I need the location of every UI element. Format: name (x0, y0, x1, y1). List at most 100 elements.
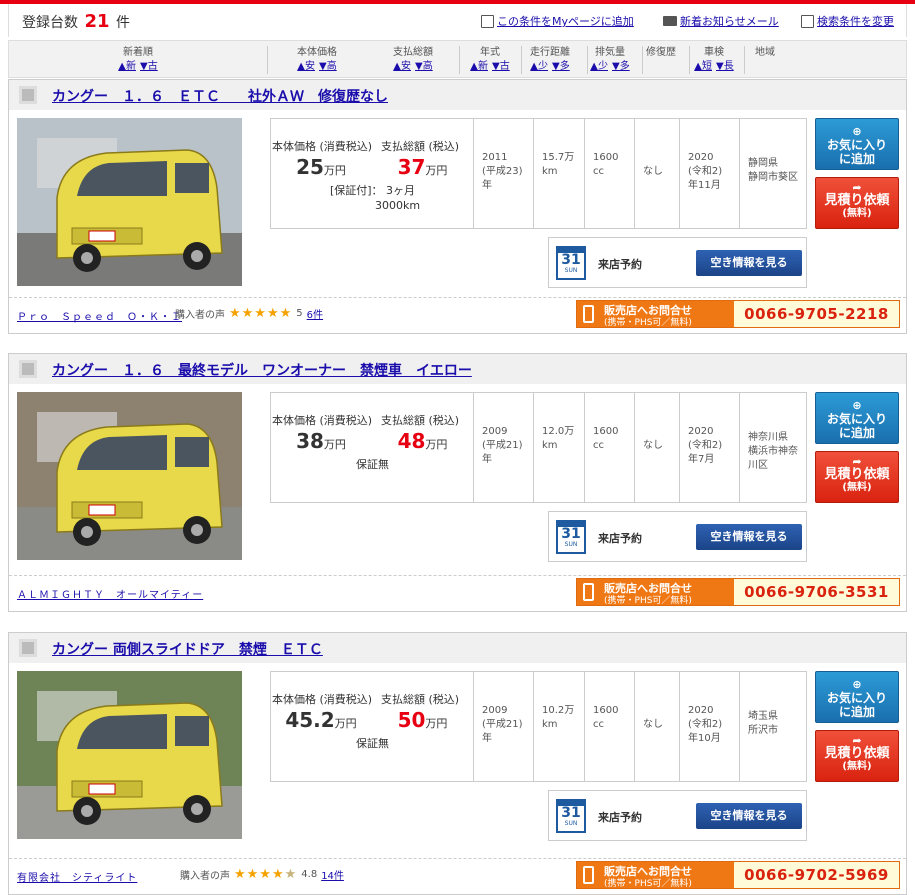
dealer-contact[interactable]: 販売店へお問合せ (携帯・PHS可／無料) 0066-9705-2218 (576, 300, 900, 328)
sort-column-label: 本体価格 (297, 47, 337, 58)
add-favorite-button[interactable]: ⊕ お気に入り に追加 (815, 392, 899, 444)
add-favorite-label-2: に追加 (838, 705, 875, 719)
price-unit: 万円 (323, 438, 346, 451)
total-price-value: 37 (397, 155, 426, 179)
warranty-line: [保証付]： 3ヶ月 (329, 184, 416, 197)
sort-desc-link[interactable]: ▼古 (492, 61, 510, 72)
inspection-japanese: (令和2) (688, 719, 723, 730)
sort-divider (642, 46, 643, 74)
sort-desc-link[interactable]: ▼多 (612, 61, 630, 72)
mileage-cell: 15.7万 km (534, 119, 585, 228)
request-estimate-button[interactable]: ➦ 見積り依頼 (無料) (815, 451, 899, 503)
sort-asc-link[interactable]: ▲安 (297, 61, 315, 72)
arrow-icon: ➦ (852, 734, 862, 747)
region-prefecture: 神奈川県 (748, 432, 788, 443)
sort-desc-link[interactable]: ▼高 (319, 61, 337, 72)
change-search-link[interactable]: 検索条件を変更 (801, 13, 894, 29)
sort-asc-link[interactable]: ▲少 (530, 61, 548, 72)
sort-asc-link[interactable]: ▲短 (694, 61, 712, 72)
sort-options: ▲少 ▼多 (526, 60, 574, 74)
dealer-contact[interactable]: 販売店へお問合せ (携帯・PHS可／無料) 0066-9706-3531 (576, 578, 900, 606)
visit-reservation-box: 31 SUN 来店予約 空き情報を見る (548, 790, 807, 841)
change-search-label: 検索条件を変更 (817, 15, 894, 28)
star-icon: ★★★★ (234, 867, 285, 882)
sort-column-label: 支払総額 (393, 47, 433, 58)
add-favorite-button[interactable]: ⊕ お気に入り に追加 (815, 671, 899, 723)
price-cell: 本体価格 (消費税込) 支払総額 (税込) 38万円 48万円 保証無 (271, 393, 474, 502)
warranty-distance: 3000km (374, 199, 421, 212)
inspection-month: 年7月 (688, 454, 715, 465)
mileage-value: 10.2万 (542, 705, 575, 716)
search-edit-icon (801, 14, 814, 28)
mileage-unit: km (542, 440, 558, 451)
car-photo[interactable] (17, 392, 242, 560)
compare-checkbox[interactable] (19, 639, 37, 657)
car-title-link[interactable]: カングー 両側スライドドア 禁煙 ＥＴＣ (52, 639, 323, 659)
results-header: 登録台数 21 件 この条件をMyページに追加 新着お知らせメール 検索条件を変… (8, 4, 907, 37)
sort-divider (689, 46, 690, 74)
price-unit: 万円 (425, 438, 448, 451)
dealer-name-link[interactable]: Ｐｒｏ Ｓｐｅｅｄ Ｏ・Ｋ・Ｉ (17, 308, 182, 323)
sort-desc-link[interactable]: ▼古 (140, 61, 158, 72)
sort-column-label: 年式 (480, 47, 500, 58)
compare-checkbox[interactable] (19, 360, 37, 378)
request-estimate-label: 見積り依頼 (824, 746, 890, 761)
sort-asc-link[interactable]: ▲少 (590, 61, 608, 72)
visit-reservation-label: 来店予約 (598, 811, 642, 824)
dealer-name-link[interactable]: ＡＬＭＩＧＨＴＹ オールマイティー (17, 586, 203, 601)
arrow-icon: ➦ (852, 181, 862, 194)
sort-asc-link[interactable]: ▲新 (470, 61, 488, 72)
body-price: 25万円 (271, 155, 371, 179)
warranty-info: 保証無 (271, 457, 474, 472)
year-cell: 2009 (平成21) 年 (474, 672, 534, 781)
dealer-name-link[interactable]: 有限会社 シティライト (17, 869, 137, 884)
dealer-phone-number[interactable]: 0066-9706-3531 (734, 579, 899, 605)
sort-column: 修復歴 (637, 46, 685, 74)
review-count-link[interactable]: 14件 (321, 867, 344, 882)
dealer-phone-number[interactable]: 0066-9702-5969 (734, 862, 899, 888)
buyer-reviews: 購入者の声 ★★★★★ 4.8 14件 (180, 867, 344, 882)
mobile-phone-icon (583, 305, 594, 323)
region-city: 横浜市神奈 (748, 446, 798, 457)
compare-checkbox[interactable] (19, 86, 37, 104)
sort-desc-link[interactable]: ▼多 (552, 61, 570, 72)
view-availability-button[interactable]: 空き情報を見る (696, 524, 802, 550)
car-title-link[interactable]: カングー １．６ ＥＴＣ 社外ＡＷ 修復歴なし (52, 86, 388, 106)
car-photo[interactable] (17, 118, 242, 286)
sort-asc-link[interactable]: ▲新 (118, 61, 136, 72)
region-cell: 埼玉県 所沢市 (740, 672, 806, 781)
request-estimate-button[interactable]: ➦ 見積り依頼 (無料) (815, 177, 899, 229)
sort-asc-link[interactable]: ▲安 (393, 61, 411, 72)
car-add-icon: ⊕ (852, 125, 862, 138)
displacement-unit: cc (593, 166, 604, 177)
new-arrival-mail-link[interactable]: 新着お知らせメール (663, 13, 779, 29)
dealer-contact[interactable]: 販売店へお問合せ (携帯・PHS可／無料) 0066-9702-5969 (576, 861, 900, 889)
price-unit: 万円 (323, 164, 346, 177)
review-count-link[interactable]: 6件 (307, 306, 323, 321)
request-estimate-label: 見積り依頼 (824, 467, 890, 482)
request-estimate-button[interactable]: ➦ 見積り依頼 (無料) (815, 730, 899, 782)
view-availability-button[interactable]: 空き情報を見る (696, 803, 802, 829)
card-divider (9, 297, 906, 298)
region-prefecture: 埼玉県 (748, 711, 778, 722)
rating-value: 5 (296, 308, 303, 319)
dealer-phone-number[interactable]: 0066-9705-2218 (734, 301, 899, 327)
total-price: 50万円 (371, 708, 474, 732)
visit-reservation-box: 31 SUN 来店予約 空き情報を見る (548, 237, 807, 288)
sort-column-label: 修復歴 (646, 47, 676, 58)
add-favorite-button[interactable]: ⊕ お気に入り に追加 (815, 118, 899, 170)
car-photo[interactable] (17, 671, 242, 839)
car-title-bar: カングー １．６ ＥＴＣ 社外ＡＷ 修復歴なし (9, 80, 906, 110)
car-title-link[interactable]: カングー １．６ 最終モデル ワンオーナー 禁煙車 イエロー (52, 360, 472, 380)
displacement-cell: 1600 cc (585, 119, 635, 228)
calendar-weekday: SUN (564, 820, 578, 827)
sort-column-label: 車検 (704, 47, 724, 58)
displacement-cell: 1600 cc (585, 393, 635, 502)
sort-desc-link[interactable]: ▼高 (415, 61, 433, 72)
sort-desc-link[interactable]: ▼長 (716, 61, 734, 72)
region-city: 所沢市 (748, 725, 778, 736)
sort-column: 排気量 ▲少 ▼多 (586, 46, 634, 74)
view-availability-button[interactable]: 空き情報を見る (696, 250, 802, 276)
total-price-label: 支払総額 (税込) (381, 693, 460, 706)
add-to-mypage-link[interactable]: この条件をMyページに追加 (481, 13, 634, 29)
